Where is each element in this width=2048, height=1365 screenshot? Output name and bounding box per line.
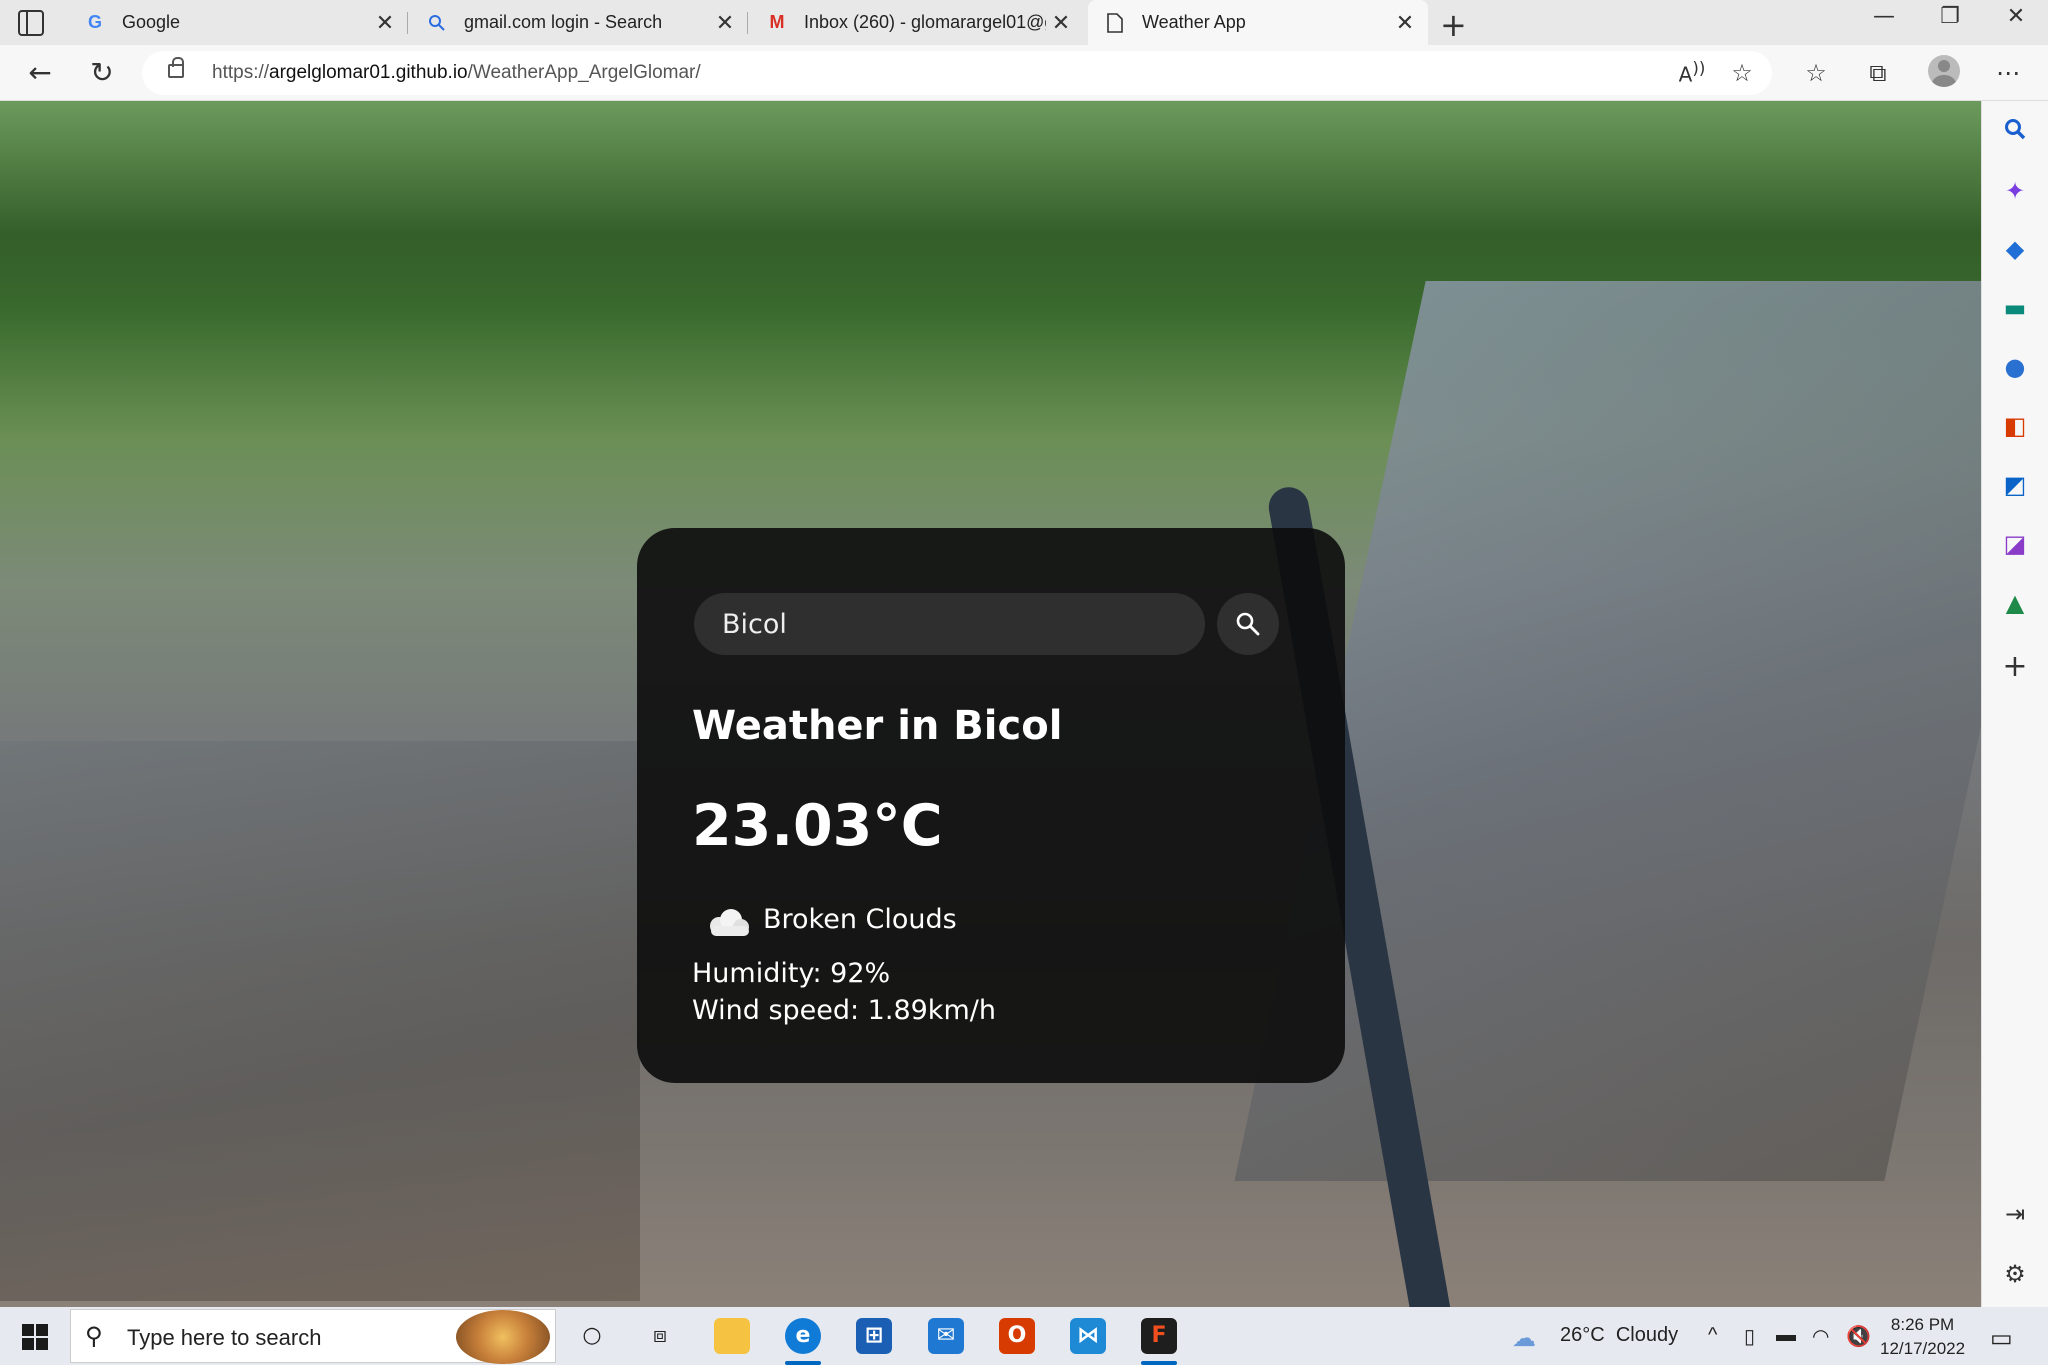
minimize-button[interactable]: — <box>1854 4 1914 29</box>
device-icon[interactable]: ▯ <box>1744 1324 1755 1349</box>
microsoft-store-icon[interactable]: ⊞ <box>856 1318 892 1354</box>
page-icon <box>1104 12 1126 34</box>
search-icon[interactable] <box>2000 117 2030 147</box>
cloud-icon <box>710 909 749 936</box>
wifi-icon[interactable]: ◠ <box>1812 1324 1829 1349</box>
search-icon <box>1236 612 1260 636</box>
weather-description: Broken Clouds <box>763 904 957 935</box>
file-explorer-icon[interactable] <box>714 1318 750 1354</box>
games-icon[interactable]: ● <box>2000 352 2030 382</box>
city-heading: Weather in Bicol <box>692 703 1063 749</box>
address-bar[interactable]: https://argelglomar01.github.io/WeatherA… <box>142 51 1772 95</box>
restore-button[interactable]: ❐ <box>1920 4 1980 29</box>
google-icon: G <box>87 12 102 32</box>
tab-title: Inbox (260) - glomarargel01@gm <box>804 12 1046 32</box>
hide-sidebar-icon[interactable]: ⇥ <box>2000 1199 2030 1229</box>
new-tab-button[interactable]: + <box>1440 6 1467 44</box>
tab-actions-icon[interactable] <box>18 10 44 36</box>
favorites-icon[interactable]: ☆ <box>1800 59 1832 87</box>
search-icon: ⚲ <box>85 1322 103 1350</box>
show-hidden-icons[interactable]: ^ <box>1708 1324 1717 1347</box>
collections-icon[interactable]: ⧉ <box>1862 59 1894 87</box>
read-aloud-icon[interactable]: A)) <box>1676 59 1708 87</box>
tab-gmail-search[interactable]: gmail.com login - Search ✕ <box>410 0 748 45</box>
browser-toolbar: ← ↻ https://argelglomar01.github.io/Weat… <box>0 45 2048 101</box>
mail-icon[interactable]: ✉ <box>928 1318 964 1354</box>
search-icon <box>426 12 448 34</box>
refresh-button[interactable]: ↻ <box>82 53 122 93</box>
active-app-indicator <box>1141 1361 1177 1365</box>
office-icon[interactable]: ◧ <box>2000 411 2030 441</box>
url-text[interactable]: https://argelglomar01.github.io/WeatherA… <box>212 62 701 84</box>
active-app-indicator <box>785 1361 821 1365</box>
shopping-tag-icon[interactable]: ◆ <box>2000 234 2030 264</box>
add-favorite-icon[interactable]: ☆ <box>1726 59 1758 87</box>
windows-taskbar: ⚲ Type here to search ○ ⧈ e ⊞ ✉ O ⋈ F ☁ … <box>0 1307 2048 1365</box>
tab-title: Weather App <box>1142 12 1246 32</box>
notifications-icon[interactable]: ▭ <box>1990 1324 2013 1353</box>
city-search-input[interactable] <box>694 593 1205 655</box>
temperature: 23.03°C <box>692 793 943 859</box>
battery-icon[interactable]: ▬ <box>1776 1324 1796 1347</box>
outlook-icon[interactable]: ◩ <box>2000 470 2030 500</box>
profile-avatar[interactable] <box>1928 55 1960 87</box>
lock-icon[interactable] <box>168 57 184 78</box>
search-field[interactable] <box>694 593 1205 655</box>
taskbar-weather[interactable]: 26°C Cloudy <box>1560 1324 1678 1347</box>
close-icon[interactable]: ✕ <box>710 10 740 36</box>
windows-start-icon[interactable] <box>22 1324 48 1350</box>
browser-tab-strip: G Google ✕ gmail.com login - Search ✕ M … <box>0 0 2048 45</box>
settings-gear-icon[interactable]: ⚙ <box>2000 1259 2030 1289</box>
tab-title: Google <box>122 12 181 32</box>
system-clock[interactable]: 8:26 PM 12/17/2022 <box>1880 1313 1965 1361</box>
search-highlight-icon <box>456 1310 550 1364</box>
background-fields-left <box>0 741 640 1301</box>
edge-browser-icon[interactable]: e <box>785 1318 821 1354</box>
tab-weather-app[interactable]: Weather App ✕ <box>1088 0 1428 45</box>
page-background: Weather in Bicol 23.03°C Broken Clouds H… <box>0 101 1981 1307</box>
edge-sidebar: ✦ ◆ ▬ ● ◧ ◩ ◪ ▲ + ⇥ ⚙ <box>1981 101 2048 1307</box>
search-button[interactable] <box>1217 593 1279 655</box>
tab-inbox[interactable]: M Inbox (260) - glomarargel01@gm ✕ <box>750 0 1084 45</box>
copilot-icon[interactable]: ✦ <box>2000 176 2030 206</box>
tab-google[interactable]: G Google ✕ <box>68 0 408 45</box>
cortana-icon[interactable]: ○ <box>574 1318 610 1354</box>
close-icon[interactable]: ✕ <box>1046 10 1076 36</box>
close-icon[interactable]: ✕ <box>370 10 400 36</box>
vscode-icon[interactable]: ⋈ <box>1070 1318 1106 1354</box>
humidity: Humidity: 92% <box>692 958 891 989</box>
taskbar-search-box[interactable]: ⚲ Type here to search <box>70 1309 556 1364</box>
weather-card: Weather in Bicol 23.03°C Broken Clouds H… <box>637 528 1345 1083</box>
wind-speed: Wind speed: 1.89km/h <box>692 995 996 1026</box>
add-sidebar-app-icon[interactable]: + <box>2000 652 2030 682</box>
figma-icon[interactable]: F <box>1141 1318 1177 1354</box>
close-window-button[interactable]: ✕ <box>1986 4 2046 29</box>
office-icon[interactable]: O <box>999 1318 1035 1354</box>
more-menu-icon[interactable]: ⋯ <box>1992 59 2024 87</box>
back-button[interactable]: ← <box>20 53 60 93</box>
gmail-icon: M <box>769 12 785 32</box>
taskbar-search-placeholder: Type here to search <box>127 1325 322 1350</box>
volume-muted-icon[interactable]: 🔇 <box>1846 1324 1871 1349</box>
close-icon[interactable]: ✕ <box>1390 10 1420 36</box>
tools-icon[interactable]: ▬ <box>2000 293 2030 323</box>
task-view-icon[interactable]: ⧈ <box>642 1318 678 1354</box>
tree-icon[interactable]: ▲ <box>2000 588 2030 618</box>
weather-cloud-icon[interactable]: ☁ <box>1512 1324 1536 1353</box>
tab-title: gmail.com login - Search <box>464 12 663 32</box>
designer-icon[interactable]: ◪ <box>2000 529 2030 559</box>
